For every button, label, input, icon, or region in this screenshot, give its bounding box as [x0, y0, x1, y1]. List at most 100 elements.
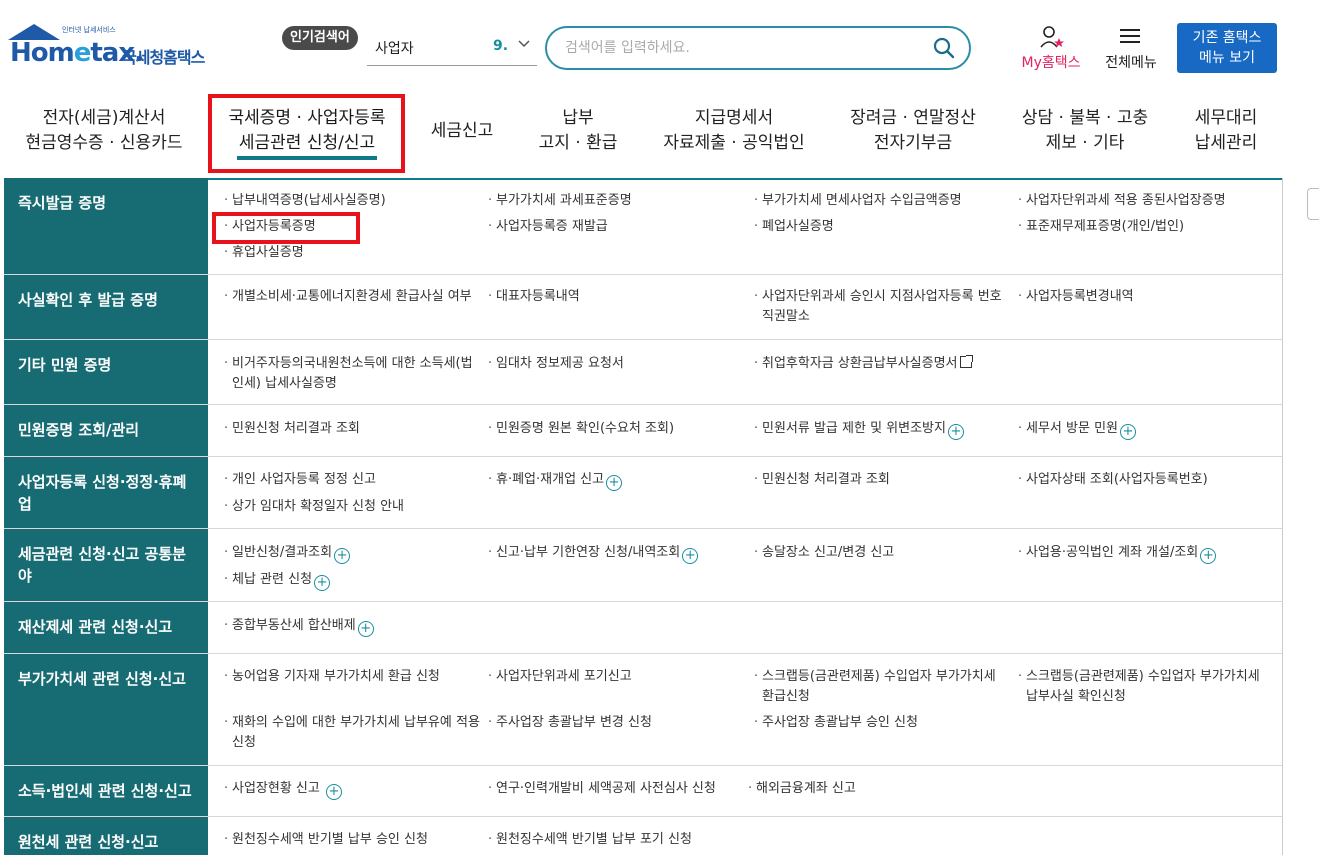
- menu-link[interactable]: 해외금융계좌 신고: [748, 779, 856, 799]
- logo-subtitle: 인터넷 납세서비스: [62, 26, 116, 34]
- expand-plus-icon[interactable]: +: [606, 475, 623, 491]
- menu-link[interactable]: 표준재무제표증명(개인/법인): [1018, 217, 1184, 237]
- menu-link[interactable]: 사업자단위과세 포기신고: [488, 667, 632, 687]
- menu-link[interactable]: 민원증명 원본 확인(수요처 조회): [488, 419, 674, 439]
- gnb-tab-e-invoice[interactable]: 전자(세금)계산서 현금영수증 · 신용카드: [18, 106, 190, 156]
- menu-link[interactable]: 사업자단위과세 승인시 지점사업자등록 번호 직권말소: [754, 287, 1004, 327]
- menu-link[interactable]: 스크랩등(금관련제품) 수입업자 부가가치세 납부사실 확인신청: [1018, 667, 1274, 707]
- expand-plus-icon[interactable]: +: [1120, 424, 1136, 440]
- section-title: 재산제세 관련 신청·신고: [18, 618, 173, 636]
- menu-link[interactable]: 납부내역증명(납세사실증명): [224, 191, 386, 211]
- menu-link[interactable]: 주사업장 총괄납부 승인 신청: [754, 713, 918, 733]
- gnb-tab-incentives[interactable]: 장려금 · 연말정산전자기부금: [838, 106, 988, 156]
- menu-link[interactable]: 원천징수세액 반기별 납부 승인 신청: [224, 830, 428, 850]
- menu-link-expandable[interactable]: 세무서 방문 민원+: [1018, 419, 1136, 440]
- gnb-tab-line2: 전자기부금: [873, 133, 953, 153]
- gnb-tab-consulting[interactable]: 상담 · 불복 · 고충 제보 · 기타: [1012, 106, 1158, 156]
- expand-plus-icon[interactable]: +: [357, 621, 374, 637]
- popular-search-rank: 9.: [493, 38, 509, 54]
- menu-link[interactable]: 민원신청 처리결과 조회: [754, 470, 890, 490]
- gnb-tab-statements[interactable]: 지급명세서 자료제출 · 공익법인: [654, 106, 814, 156]
- menu-link-expandable[interactable]: 체납 관련 신청+: [224, 570, 331, 591]
- highlight-box-menu-link: [212, 212, 360, 244]
- menu-link[interactable]: 개별소비세·교통에너지환경세 환급사실 여부: [224, 287, 472, 307]
- expand-plus-icon[interactable]: +: [314, 575, 331, 591]
- menu-link[interactable]: 재화의 수입에 대한 부가가치세 납부유예 적용 신청: [224, 713, 480, 753]
- gnb-tab-line2: 납세관리: [1194, 133, 1258, 153]
- section-row: 사업자등록 신청·정정·휴폐업 개인 사업자등록 정정 신고 휴·폐업·재개업 …: [4, 457, 1282, 529]
- search-icon[interactable]: [933, 37, 955, 59]
- user-star-icon: [1040, 26, 1066, 54]
- side-panel-tab[interactable]: [1307, 188, 1319, 220]
- menu-link[interactable]: 부가가치세 과세표준증명: [488, 191, 632, 211]
- menu-link[interactable]: 주사업장 총괄납부 변경 신청: [488, 713, 652, 733]
- old-hometax-menu-button[interactable]: 기존 홈택스 메뉴 보기: [1177, 23, 1277, 73]
- menu-link[interactable]: 스크랩등(금관련제품) 수입업자 부가가치세 환급신청: [754, 667, 1006, 707]
- menu-link[interactable]: 사업자단위과세 적용 종된사업장증명: [1018, 191, 1226, 211]
- menu-link[interactable]: 원천징수세액 반기별 납부 포기 신청: [488, 830, 692, 850]
- expand-plus-icon[interactable]: +: [682, 548, 699, 564]
- menu-link-expandable[interactable]: 휴·폐업·재개업 신고+: [488, 470, 623, 491]
- old-menu-line2: 메뉴 보기: [1199, 50, 1255, 66]
- menu-link-expandable[interactable]: 일반신청/결과조회+: [224, 543, 351, 564]
- menu-link[interactable]: 부가가치세 면세사업자 수입금액증명: [754, 191, 962, 211]
- section-row: 기타 민원 증명 비거주자등의국내원천소득에 대한 소득세(법인세) 납세사실증…: [4, 340, 1282, 405]
- section-row: 소득·법인세 관련 신청·신고 사업장현황 신고 + 연구·인력개발비 세액공제…: [4, 766, 1282, 817]
- all-menu-label: 전체메뉴: [1105, 55, 1157, 71]
- my-hometax-button[interactable]: My홈택스: [1016, 26, 1086, 72]
- hometax-logo[interactable]: 인터넷 납세서비스 Hometax. 국세청홈택스: [6, 22, 221, 72]
- menu-link-label: 사업장현황 신고: [232, 781, 320, 796]
- gnb-tab-tax-return[interactable]: 세금신고: [422, 119, 502, 144]
- popular-search-term[interactable]: 사업자: [375, 38, 414, 58]
- highlight-box-active-tab: [208, 94, 405, 173]
- menu-link[interactable]: 폐업사실증명: [754, 217, 834, 237]
- menu-link[interactable]: 임대차 정보제공 요청서: [488, 354, 624, 374]
- menu-link[interactable]: 농어업용 기자재 부가가치세 환급 신청: [224, 667, 440, 687]
- expand-plus-icon[interactable]: +: [1200, 548, 1217, 564]
- menu-link[interactable]: 사업자등록변경내역: [1018, 287, 1134, 307]
- menu-link-expandable[interactable]: 사업용·공익법인 계좌 개설/조회+: [1018, 543, 1217, 564]
- menu-link[interactable]: 민원신청 처리결과 조회: [224, 419, 360, 439]
- my-hometax-label: My홈택스: [1021, 55, 1081, 71]
- menu-link-label: 세무서 방문 민원: [1026, 421, 1118, 436]
- menu-link[interactable]: 사업자상태 조회(사업자등록번호): [1018, 470, 1208, 490]
- menu-link-label: 취업후학자금 상환금납부사실증명서: [762, 356, 958, 371]
- menu-link[interactable]: 송달장소 신고/변경 신고: [754, 543, 894, 563]
- section-title: 원천세 관련 신청·신고: [18, 833, 159, 851]
- gnb-tab-line2: 제보 · 기타: [1045, 133, 1125, 153]
- expand-plus-icon[interactable]: +: [947, 424, 964, 440]
- menu-link-label: 사업용·공익법인 계좌 개설/조회: [1026, 545, 1199, 560]
- gnb-tab-line2: 현금영수증 · 신용카드: [25, 133, 183, 153]
- menu-link-expandable[interactable]: 민원서류 발급 제한 및 위변조방지+: [754, 419, 964, 440]
- expand-plus-icon[interactable]: +: [334, 548, 351, 564]
- gnb-tab-payment[interactable]: 납부 고지 · 환급: [528, 106, 628, 156]
- menu-link[interactable]: 대표자등록내역: [488, 287, 580, 307]
- gnb-tab-line2: 자료제출 · 공익법인: [663, 133, 805, 153]
- menu-link[interactable]: 상가 임대차 확정일자 신청 안내: [224, 497, 404, 517]
- gnb-tab-tax-agent[interactable]: 세무대리납세관리: [1180, 106, 1272, 156]
- menu-link[interactable]: 사업자등록증 재발급: [488, 217, 608, 237]
- section-title: 사업자등록 신청·정정·휴폐업: [18, 473, 187, 513]
- menu-link-expandable[interactable]: 신고·납부 기한연장 신청/내역조회+: [488, 543, 699, 564]
- menu-link-label: 민원서류 발급 제한 및 위변조방지: [762, 421, 946, 436]
- search-input[interactable]: [565, 38, 925, 58]
- popular-search-dropdown[interactable]: 사업자 9.: [367, 30, 537, 66]
- menu-link-expandable[interactable]: 종합부동산세 합산배제+: [224, 616, 374, 637]
- section-title: 소득·법인세 관련 신청·신고: [18, 782, 192, 800]
- gnb-tab-line1: 납부: [562, 108, 594, 128]
- all-menu-button[interactable]: 전체메뉴: [1100, 26, 1162, 72]
- gnb-tab-line1: 세무대리: [1194, 108, 1258, 128]
- search-box: [545, 26, 971, 70]
- menu-link[interactable]: 휴업사실증명: [224, 243, 304, 263]
- menu-link-with-external[interactable]: 취업후학자금 상환금납부사실증명서: [754, 354, 973, 374]
- menu-link[interactable]: 개인 사업자등록 정정 신고: [224, 470, 376, 490]
- section-row: 즉시발급 증명 납부내역증명(납세사실증명) 부가가치세 과세표준증명 부가가치…: [4, 178, 1282, 275]
- chevron-down-icon[interactable]: [517, 36, 531, 54]
- expand-plus-icon[interactable]: +: [326, 784, 342, 800]
- section-title: 세금관련 신청·신고 공통분야: [18, 545, 186, 585]
- menu-link[interactable]: 연구·인력개발비 세액공제 사전심사 신청: [488, 779, 716, 799]
- menu-link-expandable[interactable]: 사업장현황 신고 +: [224, 779, 342, 800]
- main-navigation: 전자(세금)계산서 현금영수증 · 신용카드 국세증명 · 사업자등록 세금관련 신…: [0, 92, 1319, 177]
- gnb-tab-line1: 장려금 · 연말정산: [850, 108, 976, 128]
- menu-link[interactable]: 비거주자등의국내원천소득에 대한 소득세(법인세) 납세사실증명: [224, 354, 474, 394]
